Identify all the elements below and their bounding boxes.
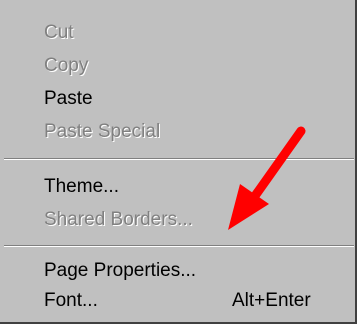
menu-item-label: Theme... — [44, 176, 119, 197]
menu-item-shortcut: Alt+Enter — [232, 290, 311, 311]
menu-item-paste[interactable]: Paste — [0, 83, 350, 115]
menu-item-copy[interactable]: Copy — [0, 50, 350, 82]
menu-item-page-properties[interactable]: Page Properties... — [0, 255, 350, 287]
menu-item-label: Copy — [44, 55, 89, 76]
menu-item-label: Cut — [44, 22, 74, 43]
menu-item-label: Font... — [44, 290, 98, 311]
menu-item-label: Shared Borders... — [44, 209, 193, 230]
menu-item-paste-special[interactable]: Paste Special — [0, 116, 350, 148]
menu-separator — [4, 158, 354, 160]
menu-separator — [4, 245, 354, 247]
menu-item-label: Paste Special — [44, 121, 161, 142]
menu-item-shared-borders[interactable]: Shared Borders... — [0, 204, 350, 236]
menu-item-label: Paste — [44, 88, 93, 109]
menu-item-label: Page Properties... — [44, 260, 197, 281]
menu-item-cut[interactable]: Cut — [0, 17, 350, 49]
context-menu: Cut Copy Paste Paste Special Theme... Sh… — [0, 0, 357, 324]
menu-item-theme[interactable]: Theme... — [0, 171, 350, 203]
menu-item-font[interactable]: Font... Alt+Enter — [0, 285, 350, 317]
